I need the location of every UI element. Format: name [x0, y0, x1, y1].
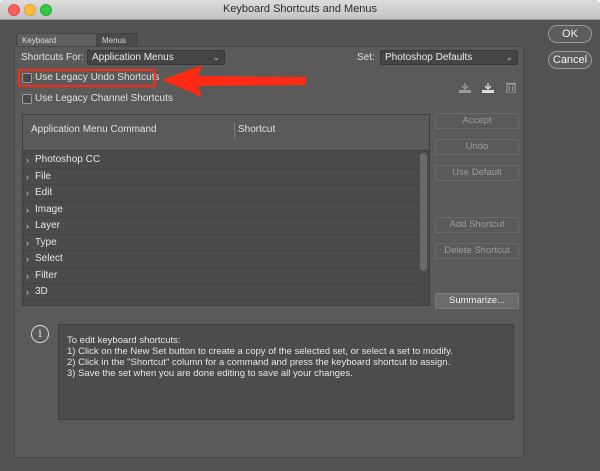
shortcuts-table: Application Menu Command Shortcut › Photo…: [22, 114, 430, 306]
set-value: Photoshop Defaults: [385, 52, 473, 63]
title-bar: Keyboard Shortcuts and Menus: [0, 0, 600, 20]
chevron-down-icon: ⌄: [505, 52, 513, 62]
info-icon: i: [31, 325, 49, 343]
cancel-button[interactable]: Cancel: [548, 51, 592, 69]
red-arrow-annotation: [162, 65, 306, 97]
shortcuts-for-value: Application Menus: [92, 52, 174, 63]
table-row[interactable]: › Edit: [23, 185, 417, 202]
chevron-right-icon[interactable]: ›: [26, 152, 29, 168]
chevron-right-icon[interactable]: ›: [26, 218, 29, 234]
summarize-button[interactable]: Summarize...: [435, 293, 519, 309]
row-label: Layer: [35, 220, 61, 231]
table-row[interactable]: › Filter: [23, 268, 417, 284]
row-label: Type: [35, 236, 57, 248]
info-line: To edit keyboard shortcuts:: [67, 335, 181, 346]
trash-icon[interactable]: [504, 81, 518, 93]
chevron-right-icon[interactable]: ›: [26, 169, 29, 185]
shortcuts-for-select[interactable]: Application Menus ⌄: [87, 50, 225, 65]
shortcuts-for-label: Shortcuts For:: [21, 52, 84, 63]
chevron-right-icon[interactable]: ›: [26, 185, 29, 201]
set-select[interactable]: Photoshop Defaults ⌄: [380, 50, 518, 65]
table-row[interactable]: › Layer: [23, 218, 417, 235]
table-row[interactable]: › Select: [23, 251, 417, 268]
row-label: Photoshop CC: [35, 154, 101, 165]
use-default-button[interactable]: Use Default: [435, 165, 519, 181]
undo-button[interactable]: Undo: [435, 139, 519, 155]
column-header-shortcut[interactable]: Shortcut: [238, 124, 275, 135]
ok-button[interactable]: OK: [548, 25, 592, 43]
table-row[interactable]: › File: [23, 169, 417, 185]
info-line: 1) Click on the New Set button to create…: [67, 346, 453, 357]
column-divider[interactable]: [234, 123, 235, 139]
legacy-channel-label[interactable]: Use Legacy Channel Shortcuts: [35, 93, 173, 104]
info-text-box: To edit keyboard shortcuts: 1) Click on …: [58, 324, 514, 420]
chevron-right-icon[interactable]: ›: [26, 202, 29, 218]
row-label: File: [35, 170, 52, 182]
info-line: 3) Save the set when you are done editin…: [67, 368, 353, 379]
row-label: Filter: [35, 269, 58, 281]
tab-keyboard-shortcuts[interactable]: Keyboard Shortcuts: [17, 33, 97, 59]
info-section: i To edit keyboard shortcuts: 1) Click o…: [22, 314, 518, 454]
table-row[interactable]: › Photoshop CC: [23, 152, 417, 169]
dialog-window: Keyboard Shortcuts and Menus Keyboard Sh…: [0, 0, 600, 471]
chevron-right-icon[interactable]: ›: [26, 235, 29, 251]
chevron-right-icon[interactable]: ›: [26, 251, 29, 267]
chevron-down-icon: ⌄: [212, 52, 220, 62]
chevron-right-icon[interactable]: ›: [26, 284, 29, 300]
table-row[interactable]: › Image: [23, 202, 417, 218]
tab-menus[interactable]: Menus: [97, 33, 137, 47]
table-row[interactable]: › 3D: [23, 284, 417, 301]
info-line: 2) Click in the "Shortcut" column for a …: [67, 357, 451, 368]
row-label: Image: [35, 203, 63, 215]
save-set-icon[interactable]: [458, 82, 472, 94]
delete-shortcut-button[interactable]: Delete Shortcut: [435, 243, 519, 259]
new-set-icon[interactable]: [481, 82, 495, 94]
table-row[interactable]: › Type: [23, 235, 417, 251]
set-label: Set:: [357, 52, 375, 63]
annotation-highlight-box: [18, 69, 156, 87]
add-shortcut-button[interactable]: Add Shortcut: [435, 217, 519, 233]
row-label: Edit: [35, 187, 53, 198]
column-header-command[interactable]: Application Menu Command: [31, 124, 157, 135]
table-scrollbar[interactable]: [420, 153, 427, 271]
row-label: 3D: [35, 286, 48, 297]
chevron-right-icon[interactable]: ›: [26, 268, 29, 284]
table-header: Application Menu Command Shortcut: [23, 115, 429, 151]
row-label: Select: [35, 253, 63, 264]
legacy-channel-checkbox[interactable]: [22, 94, 32, 104]
accept-button[interactable]: Accept: [435, 113, 519, 129]
window-title: Keyboard Shortcuts and Menus: [222, 3, 378, 15]
